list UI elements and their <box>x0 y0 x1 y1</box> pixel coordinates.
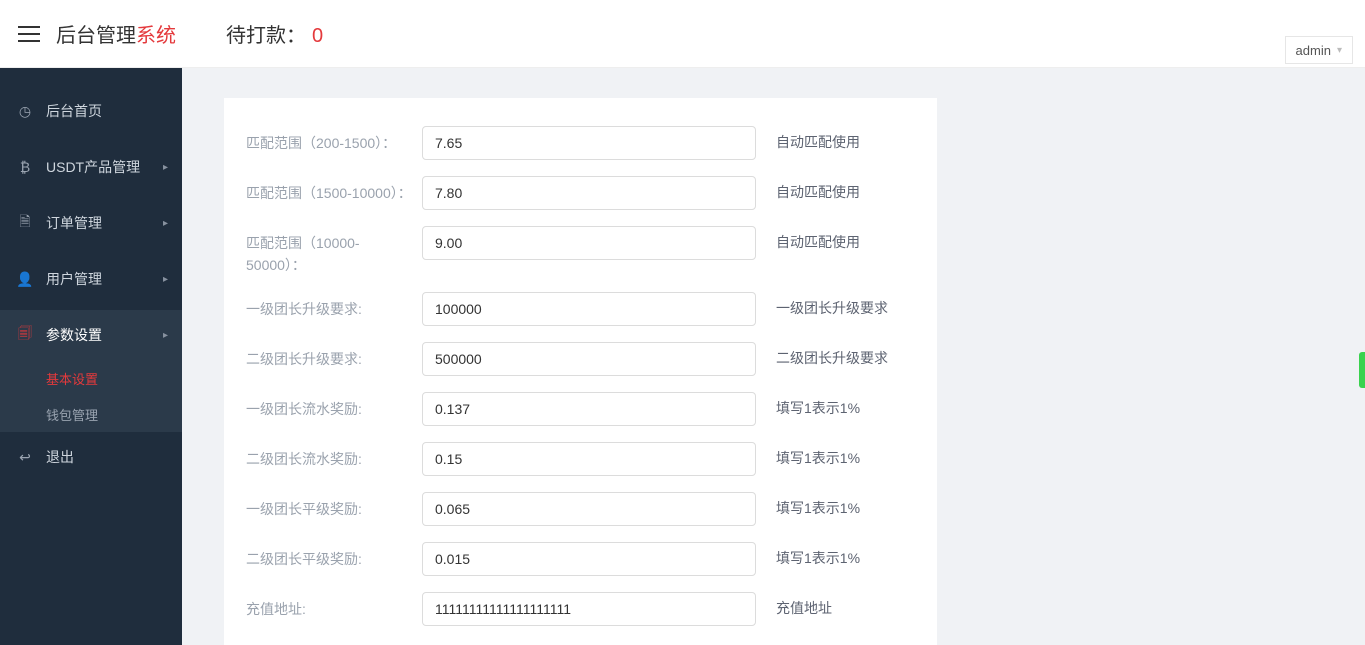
user-label: admin <box>1296 43 1331 58</box>
sidebar-item-label: 参数设置 <box>46 325 102 345</box>
pending-payment: 待打款： 0 <box>226 19 323 48</box>
field-help: 一级团长升级要求 <box>756 292 915 318</box>
sidebar-item-0[interactable]: ◷ 后台首页 <box>0 86 182 136</box>
field-help: 填写1表示1% <box>756 542 915 568</box>
settings-icon: 🗐 <box>16 323 34 347</box>
field-label: 匹配范围（200-1500）： <box>246 126 422 154</box>
chevron-right-icon: ▸ <box>163 330 168 341</box>
chevron-right-icon: ▸ <box>163 218 168 229</box>
bitcoin-icon: ₿ <box>16 159 34 175</box>
sidebar-item-3[interactable]: 👤 用户管理 ▸ <box>0 254 182 304</box>
chevron-right-icon: ▸ <box>163 274 168 285</box>
field-help: 填写1表示1% <box>756 392 915 418</box>
sidebar-item-1[interactable]: ₿ USDT产品管理 ▸ <box>0 142 182 192</box>
field-input-8[interactable] <box>422 542 756 576</box>
field-label: 二级团长升级要求: <box>246 342 422 370</box>
dashboard-icon: ◷ <box>16 103 34 120</box>
sidebar-item-label: 后台首页 <box>46 101 102 121</box>
sidebar-item-label: USDT产品管理 <box>46 157 140 177</box>
hamburger-icon[interactable] <box>18 26 40 42</box>
field-label: 一级团长升级要求: <box>246 292 422 320</box>
form-row: 二级团长流水奖励: 填写1表示1% <box>246 442 915 476</box>
form-row: 一级团长升级要求: 一级团长升级要求 <box>246 292 915 326</box>
field-help: 充值地址 <box>756 592 915 618</box>
field-label: 二级团长平级奖励: <box>246 542 422 570</box>
pending-label: 待打款： <box>226 19 306 48</box>
field-input-9[interactable] <box>422 592 756 626</box>
field-help: 自动匹配使用 <box>756 226 915 252</box>
sidebar-item-label: 订单管理 <box>46 213 102 233</box>
sidebar-sub-item-0[interactable]: 基本设置 <box>0 360 182 396</box>
field-input-6[interactable] <box>422 442 756 476</box>
field-label: 匹配范围（10000-50000）： <box>246 226 422 276</box>
form-row: 二级团长平级奖励: 填写1表示1% <box>246 542 915 576</box>
field-label: 一级团长流水奖励: <box>246 392 422 420</box>
field-input-2[interactable] <box>422 226 756 260</box>
field-help: 自动匹配使用 <box>756 126 915 152</box>
form-row: 一级团长流水奖励: 填写1表示1% <box>246 392 915 426</box>
sidebar: ◷ 后台首页 ₿ USDT产品管理 ▸ 🗎 订单管理 ▸ 👤 用户管理 ▸ 🗐 参数设置 ▸ 基本设置钱包管… <box>0 68 182 645</box>
form-row: 一级团长平级奖励: 填写1表示1% <box>246 492 915 526</box>
pending-value: 0 <box>312 25 323 48</box>
content-area: 匹配范围（200-1500）：自动匹配使用匹配范围（1500-10000）：自动… <box>182 68 1365 645</box>
form-row: 充值地址: 充值地址 <box>246 592 915 626</box>
form-row: 匹配范围（200-1500）： 自动匹配使用 <box>246 126 915 160</box>
user-icon: 👤 <box>16 271 34 288</box>
field-input-4[interactable] <box>422 342 756 376</box>
sidebar-item-label: 用户管理 <box>46 269 102 289</box>
brand-title: 后台管理系统 <box>56 19 176 48</box>
sidebar-item-2[interactable]: 🗎 订单管理 ▸ <box>0 198 182 248</box>
sidebar-sub-item-1[interactable]: 钱包管理 <box>0 396 182 432</box>
sidebar-item-label: 退出 <box>46 447 74 467</box>
field-label: 匹配范围（1500-10000）： <box>246 176 422 204</box>
field-help: 填写1表示1% <box>756 492 915 518</box>
form-row: 匹配范围（1500-10000）： 自动匹配使用 <box>246 176 915 210</box>
field-input-0[interactable] <box>422 126 756 160</box>
top-bar: 后台管理系统 待打款： 0 admin ▾ <box>0 0 1365 68</box>
field-input-5[interactable] <box>422 392 756 426</box>
sidebar-item-4[interactable]: 🗐 参数设置 ▸ <box>0 310 182 360</box>
user-dropdown[interactable]: admin ▾ <box>1285 36 1353 64</box>
brand-black: 后台管理 <box>56 25 136 47</box>
field-input-7[interactable] <box>422 492 756 526</box>
chevron-right-icon: ▸ <box>163 162 168 173</box>
sidebar-item-5[interactable]: ↩ 退出 <box>0 432 182 482</box>
logout-icon: ↩ <box>16 449 34 466</box>
field-help: 填写1表示1% <box>756 442 915 468</box>
scroll-indicator <box>1359 352 1365 388</box>
form-row: 二级团长升级要求: 二级团长升级要求 <box>246 342 915 376</box>
orders-icon: 🗎 <box>16 211 34 235</box>
settings-panel: 匹配范围（200-1500）：自动匹配使用匹配范围（1500-10000）：自动… <box>224 98 937 645</box>
field-help: 二级团长升级要求 <box>756 342 915 368</box>
form-row: 匹配范围（10000-50000）： 自动匹配使用 <box>246 226 915 276</box>
field-label: 一级团长平级奖励: <box>246 492 422 520</box>
field-help: 自动匹配使用 <box>756 176 915 202</box>
brand-red: 系统 <box>136 25 176 47</box>
field-label: 充值地址: <box>246 592 422 620</box>
field-input-1[interactable] <box>422 176 756 210</box>
field-label: 二级团长流水奖励: <box>246 442 422 470</box>
field-input-3[interactable] <box>422 292 756 326</box>
chevron-down-icon: ▾ <box>1337 45 1342 56</box>
